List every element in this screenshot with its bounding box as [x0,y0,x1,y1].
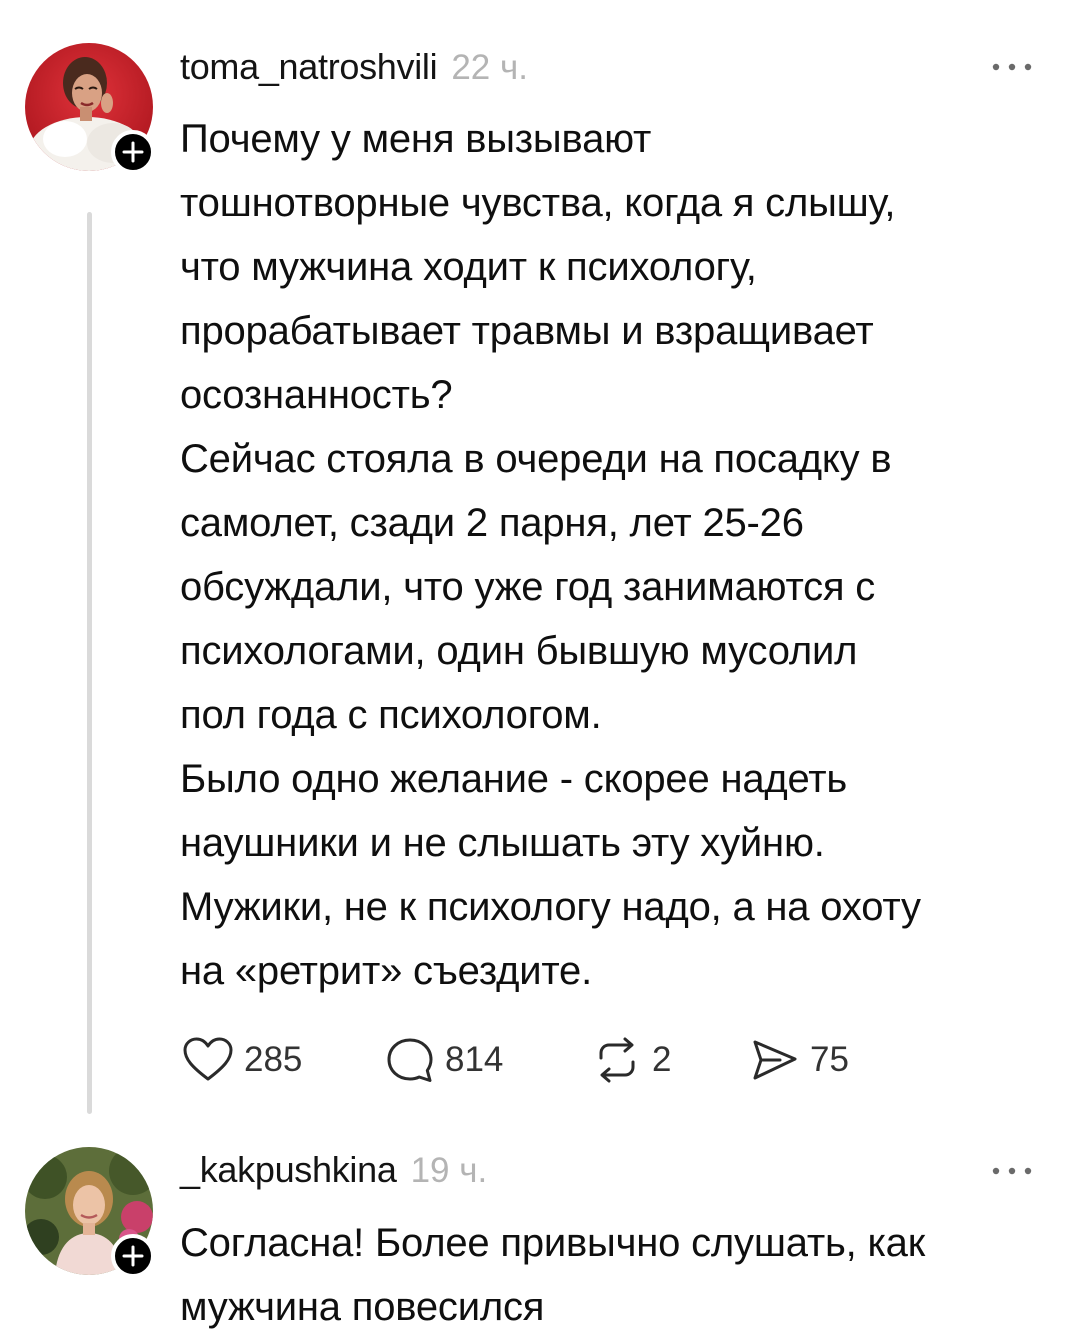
post-header: toma_natroshvili 22 ч. [180,46,528,90]
follow-button[interactable] [111,1234,155,1278]
post-body: Согласна! Более привычно слушать, как му… [180,1211,1070,1339]
repost-count: 2 [652,1040,672,1079]
post-text-line: пол года с психологом. [180,693,602,737]
share-count: 75 [810,1040,849,1079]
post-text-line: обсуждали, что уже год занимаются с [180,565,876,609]
share-button[interactable]: 75 [750,1036,849,1084]
post-text-line: прорабатывает травмы и взращивает [180,309,874,353]
follow-plus-icon [122,1245,144,1267]
post-author-avatar-container [25,43,155,174]
username-link[interactable]: _kakpushkina [180,1149,397,1191]
like-button[interactable]: 285 [182,1036,302,1084]
like-count: 285 [244,1040,303,1079]
post-text-line: что мужчина ходит к психологу, [180,245,757,289]
post-author-avatar-container [25,1147,155,1278]
username-link[interactable]: toma_natroshvili [180,46,438,88]
heart-icon [183,1037,233,1081]
repost-button[interactable]: 2 [592,1036,671,1084]
more-options-icon[interactable] [988,59,1036,75]
post-text-line: Мужики, не к психологу надо, а на охоту [180,885,921,929]
more-options-icon[interactable] [988,1163,1036,1179]
post-text-line: тошнотворные чувства, когда я слышу, [180,181,896,225]
post-body: Почему у меня вызывают тошнотворные чувс… [180,107,1070,1003]
post-text-line: мужчина повесился [180,1285,545,1329]
post-text-line: осознанность? [180,373,453,417]
post-header: _kakpushkina 19 ч. [180,1149,487,1193]
thread-connector-line [87,212,92,1114]
comment-icon [387,1038,433,1082]
post-time: 22 ч. [451,48,528,87]
repost-icon [599,1037,635,1083]
follow-button[interactable] [111,130,155,174]
follow-plus-icon [122,141,144,163]
reply-count: 814 [445,1040,504,1079]
post-text-line: психологами, один бывшую мусолил [180,629,858,673]
post-text-line: Сейчас стояла в очереди на посадку в [180,437,892,481]
post-text-line: на «ретрит» съездите. [180,949,592,993]
reply-button[interactable]: 814 [385,1036,503,1084]
post-text-line: Было одно желание - скорее надеть [180,757,847,801]
post-text-line: Почему у меня вызывают [180,117,652,161]
post-time: 19 ч. [410,1151,488,1190]
post-text-line: самолет, сзади 2 парня, лет 25-26 [180,501,804,545]
share-icon [753,1040,797,1080]
post-text-line: наушники и не слышать эту хуйню. [180,821,825,865]
post-text-line: Согласна! Более привычно слушать, как [180,1221,926,1265]
